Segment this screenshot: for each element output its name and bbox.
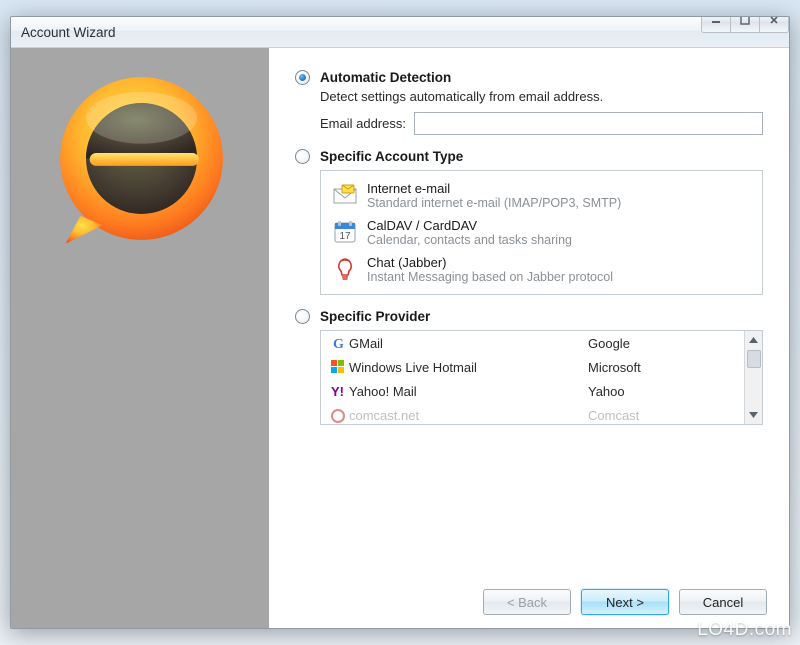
type-chat-jabber[interactable]: Chat (Jabber) Instant Messaging based on… [329, 251, 754, 288]
scroll-up-icon[interactable] [745, 331, 762, 349]
type-internet-email[interactable]: Internet e-mail Standard internet e-mail… [329, 177, 754, 214]
automatic-desc: Detect settings automatically from email… [320, 89, 763, 104]
window-title: Account Wizard [21, 25, 116, 40]
main-panel: Automatic Detection Detect settings auto… [269, 48, 789, 628]
gmail-icon: G [327, 334, 349, 352]
provider-item-gmail[interactable]: G GMail Google [321, 331, 744, 355]
type-sub: Instant Messaging based on Jabber protoc… [367, 270, 752, 284]
svg-text:Y!: Y! [331, 384, 344, 399]
type-label: Chat (Jabber) [367, 255, 752, 270]
comcast-icon [327, 407, 349, 425]
window-controls [702, 16, 789, 33]
yahoo-icon: Y! [327, 382, 349, 400]
winlive-icon [327, 358, 349, 376]
section-automatic: Automatic Detection Detect settings auto… [295, 70, 763, 135]
provider-company: Comcast [588, 408, 738, 423]
svg-text:G: G [333, 337, 344, 351]
provider-name: comcast.net [349, 408, 588, 423]
section-automatic-title: Automatic Detection [320, 70, 451, 85]
maximize-button[interactable] [730, 16, 760, 33]
section-provider-title: Specific Provider [320, 309, 430, 324]
calendar-icon: 17 [331, 218, 359, 246]
watermark: LO4D.com [697, 619, 792, 641]
close-icon [769, 16, 779, 25]
provider-company: Yahoo [588, 384, 738, 399]
app-logo [49, 66, 234, 251]
provider-company: Google [588, 336, 738, 351]
section-specific-type-title: Specific Account Type [320, 149, 463, 164]
provider-company: Microsoft [588, 360, 738, 375]
email-input[interactable] [414, 112, 763, 135]
type-label: Internet e-mail [367, 181, 752, 196]
provider-name: Yahoo! Mail [349, 384, 588, 399]
provider-list-box: G GMail Google Windows Live Hotmail [320, 330, 763, 425]
scroll-thumb[interactable] [747, 350, 761, 368]
type-label: CalDAV / CardDAV [367, 218, 752, 233]
provider-name: GMail [349, 336, 588, 351]
scroll-down-icon[interactable] [745, 406, 762, 424]
cancel-button[interactable]: Cancel [679, 589, 767, 615]
provider-item-cut[interactable]: comcast.net Comcast [321, 403, 744, 424]
provider-name: Windows Live Hotmail [349, 360, 588, 375]
envelope-icon [331, 181, 359, 209]
account-type-list: Internet e-mail Standard internet e-mail… [320, 170, 763, 295]
maximize-icon [740, 16, 750, 25]
minimize-button[interactable] [701, 16, 731, 33]
titlebar: Account Wizard [11, 17, 789, 48]
radio-specific-provider[interactable] [295, 309, 310, 324]
provider-list[interactable]: G GMail Google Windows Live Hotmail [321, 331, 744, 424]
radio-specific-type[interactable] [295, 149, 310, 164]
bulb-icon [331, 255, 359, 283]
dialog-window: Account Wizard [10, 16, 790, 629]
provider-scrollbar[interactable] [744, 331, 762, 424]
close-button[interactable] [759, 16, 789, 33]
svg-text:17: 17 [339, 231, 351, 242]
next-button[interactable]: Next > [581, 589, 669, 615]
side-panel [11, 48, 269, 628]
back-button[interactable]: < Back [483, 589, 571, 615]
section-specific-provider: Specific Provider G GMail Google [295, 309, 763, 425]
type-caldav-carddav[interactable]: 17 CalDAV / CardDAV Calendar, contacts a… [329, 214, 754, 251]
minimize-icon [711, 16, 721, 25]
radio-automatic[interactable] [295, 70, 310, 85]
provider-item-hotmail[interactable]: Windows Live Hotmail Microsoft [321, 355, 744, 379]
provider-item-yahoo[interactable]: Y! Yahoo! Mail Yahoo [321, 379, 744, 403]
client-area: Automatic Detection Detect settings auto… [11, 48, 789, 628]
email-label: Email address: [320, 116, 406, 131]
type-sub: Calendar, contacts and tasks sharing [367, 233, 752, 247]
section-specific-type: Specific Account Type Internet e-mail St… [295, 149, 763, 295]
type-sub: Standard internet e-mail (IMAP/POP3, SMT… [367, 196, 752, 210]
emclient-logo-icon [49, 66, 234, 251]
